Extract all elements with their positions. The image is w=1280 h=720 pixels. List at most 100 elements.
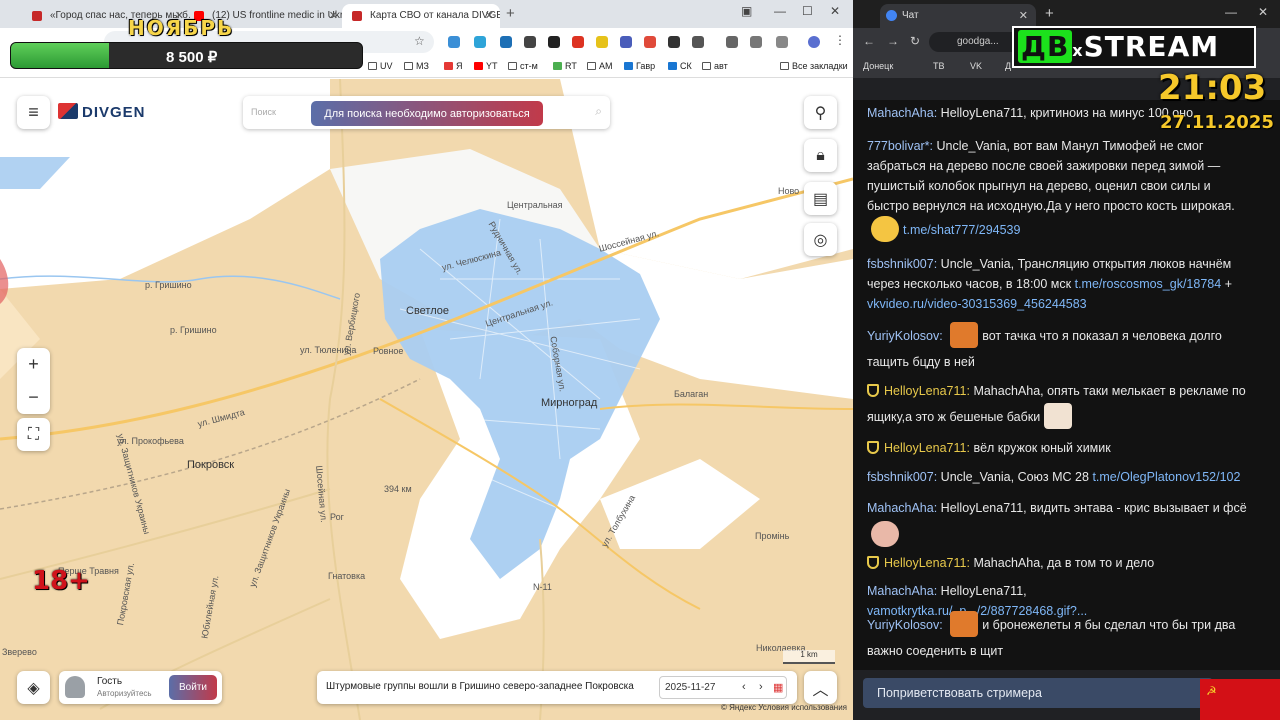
- tab-chat[interactable]: Чат ✕: [880, 4, 1036, 28]
- map-label: Гнатовка: [328, 571, 366, 581]
- bookmark-item[interactable]: Д: [1005, 61, 1011, 71]
- extension-icon[interactable]: [474, 36, 486, 48]
- chat-message: fsbshnik007: Uncle_Vania, Трансляцию отк…: [867, 254, 1249, 314]
- map-canvas[interactable]: ≡ DIVGEN Поиск ⌕ Для поиска необходимо а…: [0, 79, 853, 720]
- tab-search-icon[interactable]: ▣: [741, 4, 752, 18]
- new-tab-icon[interactable]: +: [1045, 5, 1054, 22]
- close-icon[interactable]: ✕: [329, 9, 338, 22]
- close-icon[interactable]: ✕: [1019, 9, 1028, 22]
- chat-link[interactable]: t.me/OlegPlatonov152/102: [1092, 470, 1240, 484]
- menu-dots-icon[interactable]: ⋮: [834, 33, 846, 47]
- minimize-icon[interactable]: —: [774, 4, 786, 18]
- extension-icon[interactable]: [524, 36, 536, 48]
- zoom-in-button[interactable]: +: [28, 348, 39, 381]
- puzzle-icon[interactable]: [692, 36, 704, 48]
- minimize-icon[interactable]: —: [1225, 5, 1237, 19]
- chevron-left-icon[interactable]: ‹: [742, 681, 746, 693]
- close-icon[interactable]: ✕: [485, 9, 494, 22]
- bookmark-item[interactable]: YT: [474, 61, 498, 71]
- bookmark-item[interactable]: Я: [444, 61, 463, 71]
- auth-notice-button[interactable]: Для поиска необходимо авторизоваться: [311, 101, 543, 126]
- chat-username[interactable]: MahachAha:: [867, 584, 937, 598]
- bookmark-item[interactable]: СК: [668, 61, 692, 71]
- layers-icon[interactable]: ◈: [17, 671, 50, 704]
- user-avatar-icon: [65, 676, 85, 698]
- greet-streamer-button[interactable]: Поприветствовать стримера: [863, 678, 1213, 708]
- bookmark-item[interactable]: RT: [553, 61, 577, 71]
- fullscreen-icon[interactable]: ⛶: [17, 418, 50, 451]
- calendar-icon[interactable]: ▦: [773, 681, 783, 694]
- extension-icon[interactable]: [572, 36, 584, 48]
- reload-icon[interactable]: ↻: [910, 34, 920, 48]
- menu-icon[interactable]: ≡: [17, 96, 50, 129]
- bookmark-item[interactable]: ст-м: [508, 61, 538, 71]
- all-bookmarks[interactable]: Все закладки: [780, 61, 848, 71]
- maximize-icon[interactable]: ☐: [802, 4, 813, 18]
- chat-link[interactable]: t.me/shat777/294539: [903, 223, 1020, 237]
- map-graphic: [0, 79, 853, 720]
- extension-icon[interactable]: [620, 36, 632, 48]
- chat-feed[interactable]: MahachAha: HelloyLena711, критиноиз на м…: [853, 100, 1280, 670]
- news-headline[interactable]: Штурмовые группы вошли в Гришино северо-…: [326, 681, 634, 692]
- bookmark-item[interactable]: Донецк: [863, 61, 893, 71]
- chat-link[interactable]: t.me/roscosmos_gk/18784: [1075, 277, 1222, 291]
- chat-username[interactable]: MahachAha:: [867, 501, 937, 515]
- translate-icon[interactable]: [776, 36, 788, 48]
- map-attribution[interactable]: © Яндекс Условия использования: [721, 703, 847, 712]
- window-close-icon[interactable]: ✕: [1258, 5, 1268, 19]
- stream-clock: 21:03: [1158, 68, 1267, 108]
- bookmark-item[interactable]: МЗ: [404, 61, 429, 71]
- target-icon[interactable]: ◎: [804, 223, 837, 256]
- guest-subtitle: Авторизуйтесь: [97, 689, 152, 698]
- bookmark-item[interactable]: UV: [368, 61, 393, 71]
- forward-icon[interactable]: →: [887, 34, 899, 48]
- map-label: Балаган: [674, 389, 709, 399]
- login-button[interactable]: Войти: [169, 675, 217, 700]
- bookmark-item[interactable]: Гавр: [624, 61, 655, 71]
- chat-username[interactable]: HelloyLena711:: [884, 441, 970, 455]
- bookmark-item[interactable]: ТВ: [933, 61, 945, 71]
- search-icon[interactable]: ⌕: [595, 104, 602, 119]
- search-input[interactable]: Поиск: [251, 107, 276, 117]
- bookmark-star-icon[interactable]: ☆: [414, 34, 425, 48]
- key-icon[interactable]: [726, 36, 738, 48]
- month-label: НОЯБРЬ: [128, 16, 235, 40]
- bookmark-item[interactable]: AM: [587, 61, 613, 71]
- guest-panel: Гость Авторизуйтесь Войти: [59, 671, 222, 704]
- chat-username[interactable]: fsbshnik007:: [867, 470, 937, 484]
- chat-username[interactable]: MahachAha:: [867, 106, 937, 120]
- extension-icon[interactable]: [596, 36, 608, 48]
- chevron-right-icon[interactable]: ›: [759, 681, 763, 693]
- tab-divgen-map[interactable]: Карта СВО от канала DIVGEN ✕: [342, 4, 500, 28]
- chat-message: YuriyKolosov: вот тачка что я показал я …: [867, 322, 1249, 375]
- back-icon[interactable]: ←: [863, 34, 875, 48]
- window-close-icon[interactable]: ✕: [830, 4, 840, 18]
- extension-icon[interactable]: [500, 36, 512, 48]
- ruler-icon[interactable]: ▤: [804, 182, 837, 215]
- chat-link[interactable]: vkvideo.ru/video-30315369_456244583: [867, 297, 1087, 311]
- map-label: N-11: [533, 582, 552, 592]
- chat-username[interactable]: HelloyLena711:: [884, 384, 970, 398]
- chat-username[interactable]: fsbshnik007:: [867, 257, 937, 271]
- extension-icon[interactable]: [668, 36, 680, 48]
- extension-icon[interactable]: [548, 36, 560, 48]
- lock-icon[interactable]: 🔒︎: [804, 139, 837, 172]
- chat-message: HelloyLena711: вёл кружок юный химик: [867, 438, 1249, 458]
- bookmark-item[interactable]: авт: [702, 61, 728, 71]
- extension-icon[interactable]: [644, 36, 656, 48]
- chevron-up-icon[interactable]: ︿: [804, 671, 837, 704]
- date-value: 2025-11-27: [665, 682, 716, 693]
- link-icon[interactable]: [750, 36, 762, 48]
- chat-username[interactable]: YuriyKolosov:: [867, 329, 943, 343]
- chat-username[interactable]: 777bolivar*:: [867, 139, 933, 153]
- location-pin-icon[interactable]: ⚲: [804, 96, 837, 129]
- zoom-out-button[interactable]: −: [28, 381, 39, 414]
- date-field[interactable]: 2025-11-27 ‹ › ▦: [659, 676, 787, 699]
- new-tab-icon[interactable]: +: [506, 5, 515, 22]
- guest-name: Гость: [97, 676, 123, 687]
- bookmark-item[interactable]: VK: [970, 61, 982, 71]
- chat-username[interactable]: HelloyLena711:: [884, 556, 970, 570]
- extension-icon[interactable]: [448, 36, 460, 48]
- avatar[interactable]: [808, 36, 820, 48]
- chat-username[interactable]: YuriyKolosov:: [867, 618, 943, 632]
